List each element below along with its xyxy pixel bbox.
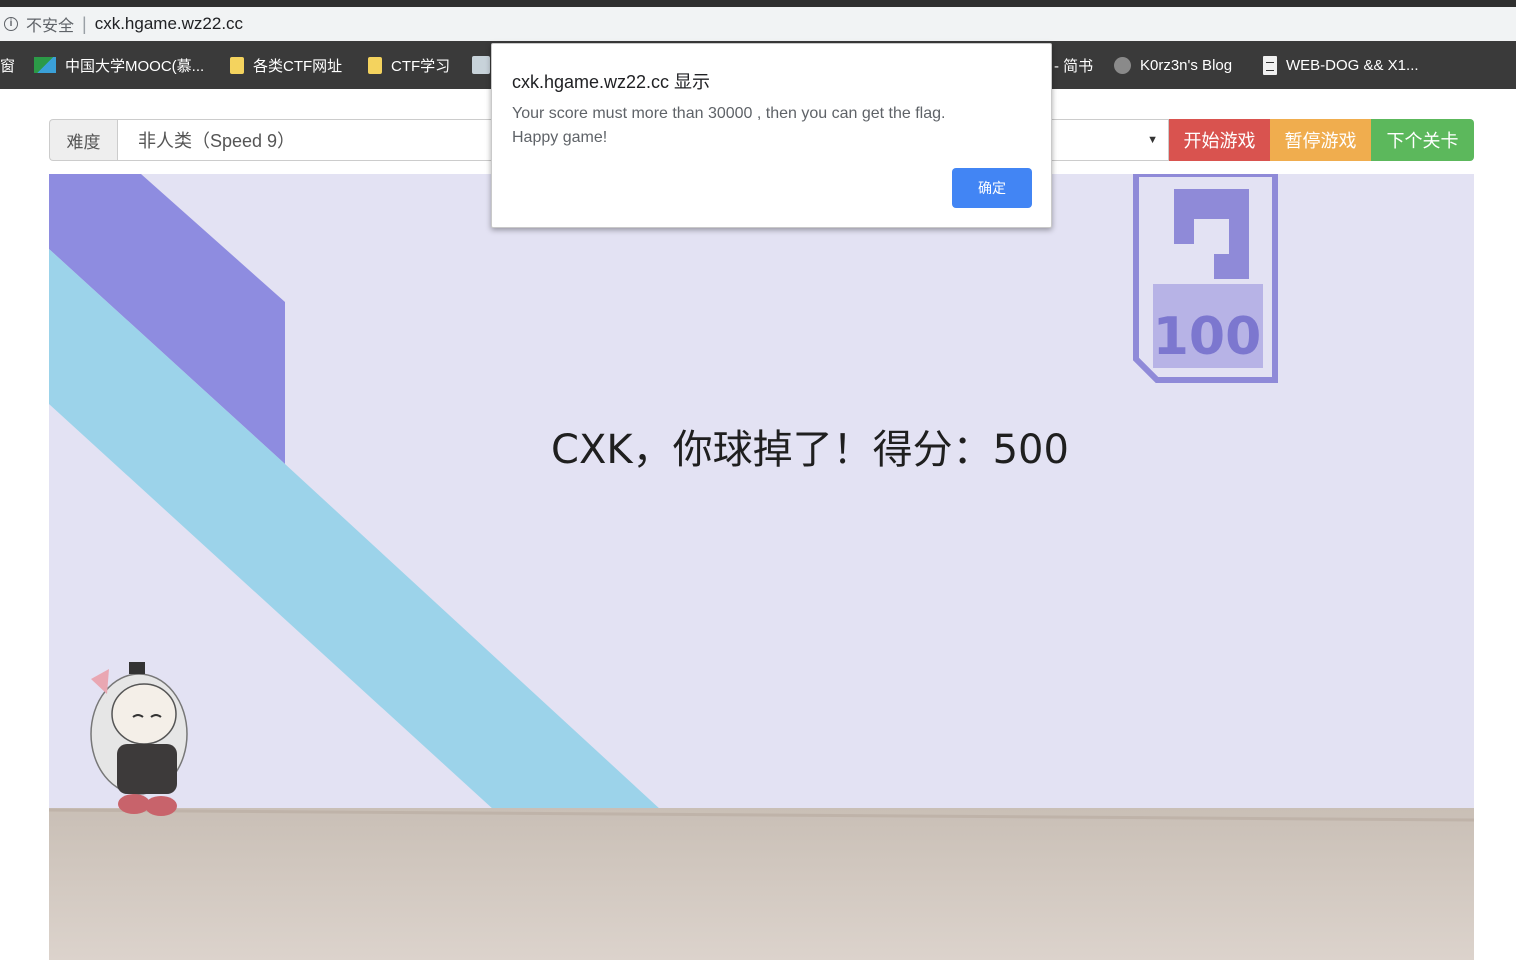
folder-icon [368,56,382,74]
globe-icon [1114,56,1131,74]
bookmark-item[interactable]: 窗 [0,41,15,89]
badge-number: 100 [1153,307,1262,367]
bookmark-label: WEB-DOG && X1... [1286,56,1419,74]
address-bar[interactable]: i 不安全 | cxk.hgame.wz22.cc [0,7,1516,41]
bookmark-label: 窗 [0,57,16,75]
bookmark-label: K0rz3n's Blog [1140,56,1233,74]
dialog-title: cxk.hgame.wz22.cc 显示 [512,72,711,92]
bookmark-label: CTF学习 [391,57,451,75]
dropdown-caret-icon: ▼ [1147,134,1158,146]
bookmark-label: 各类CTF网址 [253,57,343,75]
pause-game-button[interactable]: 暂停游戏 [1270,119,1371,161]
url-text[interactable]: cxk.hgame.wz22.cc [95,14,243,34]
folder-icon [230,56,244,74]
difficulty-value: 非人类（Speed 9） [138,131,296,151]
info-icon[interactable]: i [4,17,18,31]
difficulty-label: 难度 [49,119,117,161]
image-icon [472,56,490,74]
start-game-button[interactable]: 开始游戏 [1169,119,1270,161]
dialog-message-line: Your score must more than 30000 , then y… [512,105,946,122]
bookmark-ctf-study[interactable]: CTF学习 [368,41,450,89]
ok-button[interactable]: 确定 [952,168,1032,208]
document-icon [1263,55,1277,75]
game-background: 100 [49,174,1474,960]
bookmark-mooc[interactable]: 中国大学MOOC(慕... [34,41,204,89]
score-message: CXK，你球掉了！得分：500 [551,427,1069,473]
dialog-message: Your score must more than 30000 , then y… [512,102,1032,150]
game-canvas[interactable]: 100 CXK，你球掉了！得分：500 [49,174,1474,960]
mooc-icon [34,57,56,73]
dialog-message-line: Happy game! [512,129,608,146]
next-level-button[interactable]: 下个关卡 [1371,119,1474,161]
bookmark-jianshu[interactable]: - 简书 [1054,41,1093,89]
bookmark-label: 中国大学MOOC(慕... [65,57,205,75]
bookmark-k0rz3n-blog[interactable]: K0rz3n's Blog [1114,41,1232,89]
alert-dialog: cxk.hgame.wz22.cc 显示 Your score must mor… [491,43,1052,228]
security-label[interactable]: 不安全 [26,12,74,36]
window-top-strip [0,0,1516,7]
bookmark-ctf-sites[interactable]: 各类CTF网址 [230,41,342,89]
bookmark-label: - 简书 [1054,57,1094,75]
address-separator: | [82,13,87,34]
bookmark-web-dog[interactable]: WEB-DOG && X1... [1263,41,1419,89]
